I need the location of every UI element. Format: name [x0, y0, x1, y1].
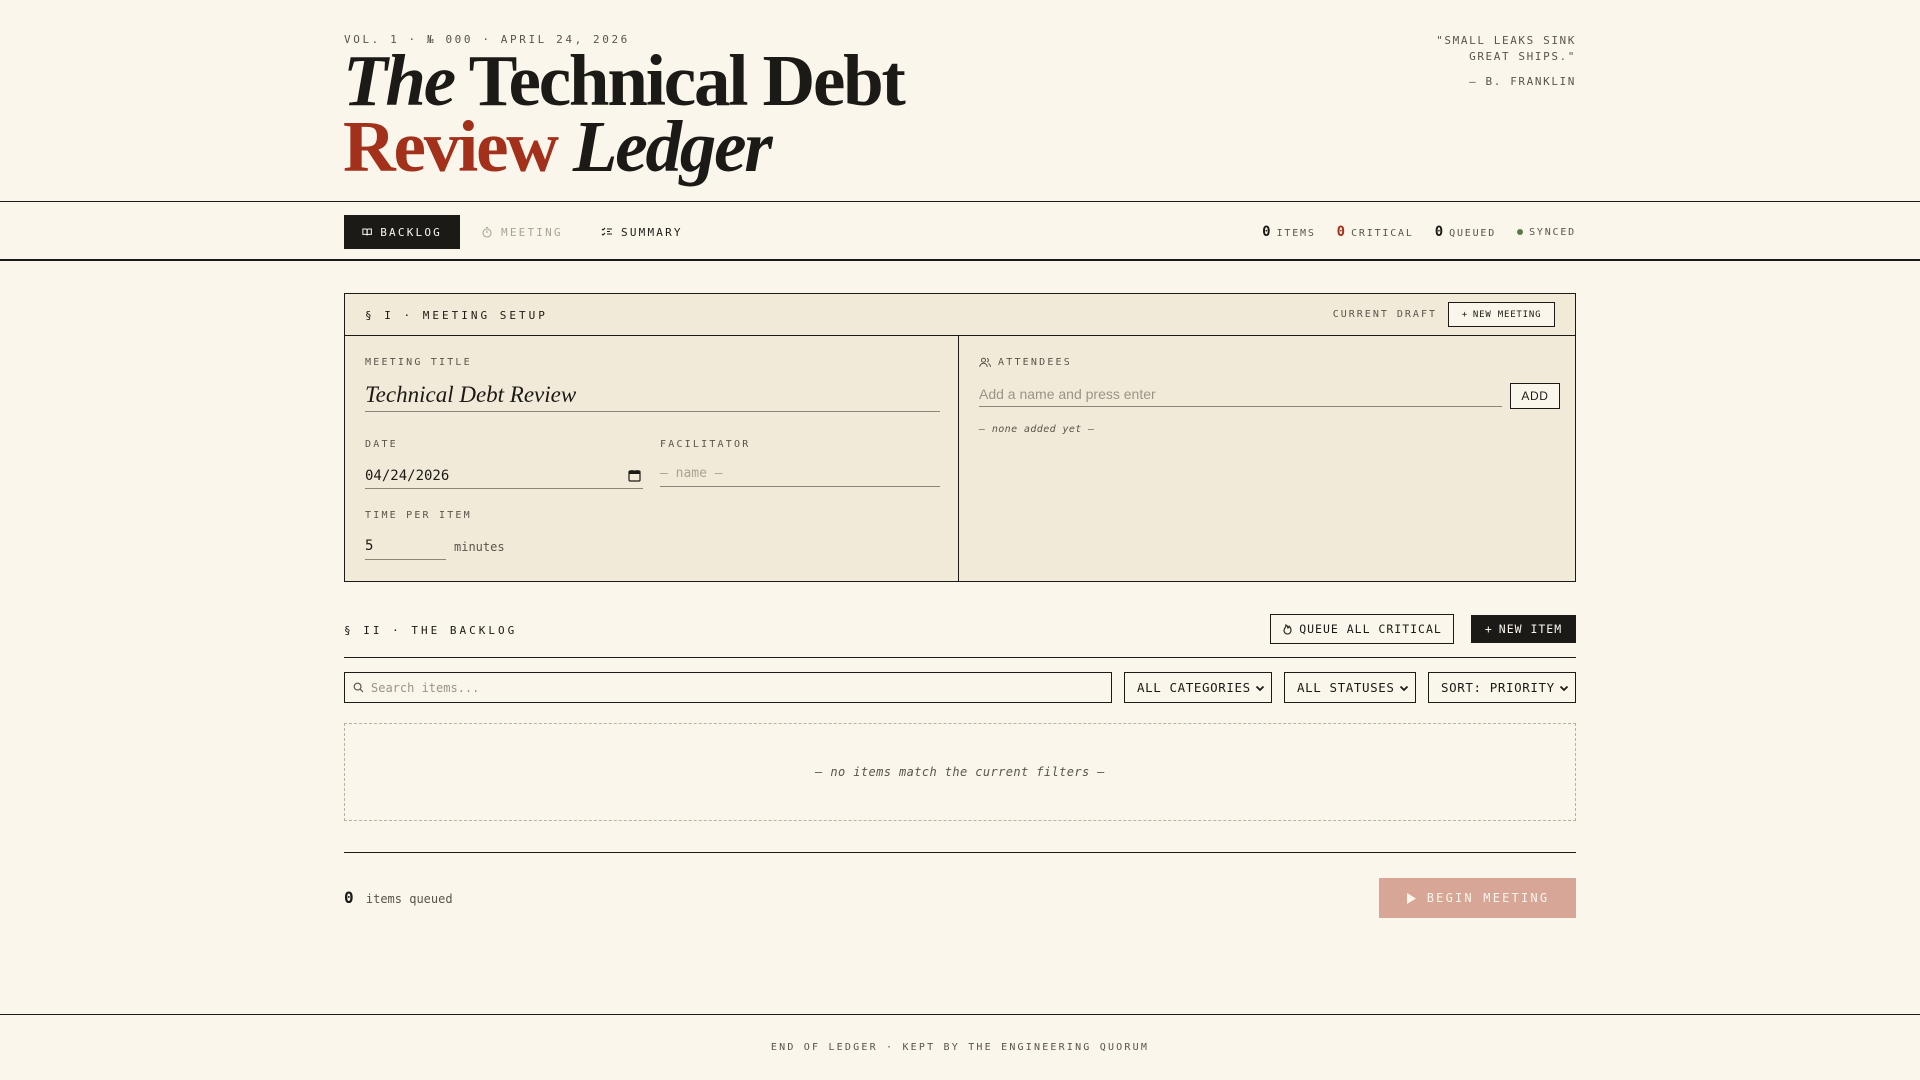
backlog-empty-state: — no items match the current filters —	[344, 723, 1576, 821]
users-icon	[979, 357, 991, 368]
search-input[interactable]	[371, 680, 1071, 695]
draft-label: CURRENT DRAFT	[1332, 309, 1437, 320]
facilitator-label: FACILITATOR	[660, 439, 751, 450]
empty-message: — no items match the current filters —	[815, 765, 1105, 779]
tab-backlog-label: BACKLOG	[380, 225, 442, 239]
stat-items: 0 ITEMS	[1262, 224, 1316, 240]
new-meeting-button[interactable]: + NEW MEETING	[1448, 302, 1555, 327]
quote-attribution: — B. FRANKLIN	[1469, 75, 1576, 88]
time-per-item-label: TIME PER ITEM	[365, 510, 472, 521]
filter-bar: ALL CATEGORIES ALL STATUSES SORT: PRIORI…	[344, 672, 1576, 703]
attendees-label: ATTENDEES	[979, 357, 1072, 368]
queue-all-critical-label: QUEUE ALL CRITICAL	[1299, 622, 1442, 636]
date-label: DATE	[365, 439, 398, 450]
chevron-down-icon	[1399, 685, 1409, 691]
tab-meeting[interactable]: MEETING	[463, 215, 581, 249]
masthead-quote: "SMALL LEAKS SINK GREAT SHIPS." — B. FRA…	[1316, 33, 1576, 90]
date-input[interactable]: 04/24/2026	[365, 463, 643, 489]
plus-icon: +	[1461, 309, 1468, 320]
section-title-backlog: § II · THE BACKLOG	[344, 624, 518, 637]
begin-meeting-label: BEGIN MEETING	[1426, 891, 1550, 905]
play-icon	[1406, 892, 1416, 904]
stat-items-label: ITEMS	[1276, 228, 1316, 239]
tab-backlog[interactable]: BACKLOG	[344, 215, 460, 249]
add-attendee-button[interactable]: ADD	[1510, 383, 1560, 409]
sync-status-label: SYNCED	[1529, 226, 1576, 238]
new-meeting-label: NEW MEETING	[1472, 309, 1542, 320]
attendees-panel: ATTENDEES ADD — none added yet —	[959, 336, 1576, 581]
tab-summary-label: SUMMARY	[621, 225, 683, 239]
sync-dot-icon	[1517, 229, 1524, 235]
footer: END OF LEDGER · KEPT BY THE ENGINEERING …	[0, 1014, 1920, 1080]
header-stats: 0 ITEMS 0 CRITICAL 0 QUEUED SYNCED	[1262, 215, 1576, 249]
status-filter-select[interactable]: ALL STATUSES	[1284, 672, 1416, 703]
checklist-icon	[601, 227, 612, 236]
stat-critical-label: CRITICAL	[1351, 228, 1414, 239]
calendar-icon[interactable]	[628, 469, 641, 482]
begin-meeting-button[interactable]: BEGIN MEETING	[1379, 878, 1576, 918]
sync-status: SYNCED	[1517, 227, 1576, 238]
tab-summary[interactable]: SUMMARY	[583, 215, 701, 249]
tab-meeting-label: MEETING	[501, 225, 563, 239]
meeting-details: MEETING TITLE DATE 04/24/2026 FACILITATO…	[345, 336, 959, 581]
nav-bar: BACKLOG MEETING SUMMARY 0 ITEMS 0 CRITICAL…	[0, 201, 1920, 261]
stat-queued-label: QUEUED	[1449, 228, 1497, 239]
stat-items-count: 0	[1262, 224, 1271, 240]
facilitator-input[interactable]	[660, 461, 940, 487]
meeting-setup-panel: § I · MEETING SETUP CURRENT DRAFT + NEW …	[344, 293, 1576, 582]
search-icon	[353, 682, 364, 693]
book-icon	[362, 228, 372, 236]
page-title: The Technical Debt Review Ledger	[343, 44, 906, 183]
new-item-label: NEW ITEM	[1498, 622, 1563, 636]
minutes-label: minutes	[454, 540, 505, 554]
queue-all-critical-button[interactable]: QUEUE ALL CRITICAL	[1270, 614, 1454, 644]
category-filter-select[interactable]: ALL CATEGORIES	[1124, 672, 1272, 703]
sort-select[interactable]: SORT: PRIORITY	[1428, 672, 1576, 703]
flame-icon	[1283, 623, 1292, 635]
sort-value: SORT: PRIORITY	[1441, 680, 1555, 695]
queued-count: 0 items queued	[344, 888, 453, 907]
footer-text: END OF LEDGER · KEPT BY THE ENGINEERING …	[770, 1042, 1150, 1053]
time-per-item-input[interactable]	[365, 532, 446, 560]
meeting-title-label: MEETING TITLE	[365, 357, 472, 368]
title-ledger: Ledger	[572, 106, 773, 187]
masthead: VOL. 1 · № 000 · APRIL 24, 2026 The Tech…	[0, 0, 1920, 201]
quote-line-1: "SMALL LEAKS SINK	[1436, 34, 1576, 47]
meeting-title-input[interactable]	[365, 378, 940, 412]
attendees-empty-note: — none added yet —	[979, 424, 1095, 435]
title-review: Review	[343, 106, 559, 187]
stat-queued: 0 QUEUED	[1435, 224, 1496, 240]
attendees-label-text: ATTENDEES	[998, 357, 1072, 368]
date-value: 04/24/2026	[365, 467, 450, 484]
queued-count-label: items queued	[365, 892, 453, 906]
stat-queued-count: 0	[1434, 224, 1444, 240]
stat-critical: 0 CRITICAL	[1337, 224, 1414, 240]
backlog-header: § II · THE BACKLOG QUEUE ALL CRITICAL + …	[344, 614, 1576, 658]
chevron-down-icon	[1559, 685, 1569, 691]
status-filter-value: ALL STATUSES	[1297, 680, 1395, 695]
quote-line-2: GREAT SHIPS."	[1469, 50, 1576, 63]
chevron-down-icon	[1255, 685, 1265, 691]
new-item-button[interactable]: + NEW ITEM	[1471, 615, 1576, 643]
plus-icon: +	[1484, 622, 1493, 636]
divider	[344, 852, 1576, 853]
timer-icon	[482, 226, 492, 238]
search-box[interactable]	[344, 672, 1112, 703]
attendee-name-input[interactable]	[979, 381, 1502, 407]
meeting-setup-header: § I · MEETING SETUP CURRENT DRAFT + NEW …	[345, 294, 1575, 336]
stat-critical-count: 0	[1336, 224, 1346, 240]
queued-count-value: 0	[344, 888, 354, 907]
section-title-meeting-setup: § I · MEETING SETUP	[365, 309, 548, 322]
category-filter-value: ALL CATEGORIES	[1137, 680, 1251, 695]
